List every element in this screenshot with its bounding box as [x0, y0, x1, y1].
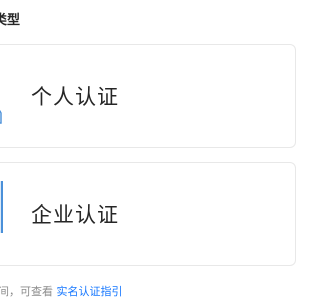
- footer-prefix: 间，可查看: [0, 285, 53, 298]
- footer-note: 间，可查看 实名认证指引: [0, 283, 123, 299]
- person-icon: [0, 110, 2, 124]
- auth-guide-link[interactable]: 实名认证指引: [57, 285, 123, 298]
- auth-type-page: 类型 个人认证 企业认证 间，可查看 实名认证指引: [0, 0, 300, 300]
- enterprise-auth-label: 企业认证: [31, 203, 119, 227]
- personal-auth-card[interactable]: 个人认证: [0, 44, 296, 148]
- enterprise-auth-card[interactable]: 企业认证: [0, 162, 296, 266]
- personal-auth-label: 个人认证: [31, 85, 119, 109]
- building-icon: [0, 181, 3, 233]
- section-title: 类型: [0, 13, 21, 28]
